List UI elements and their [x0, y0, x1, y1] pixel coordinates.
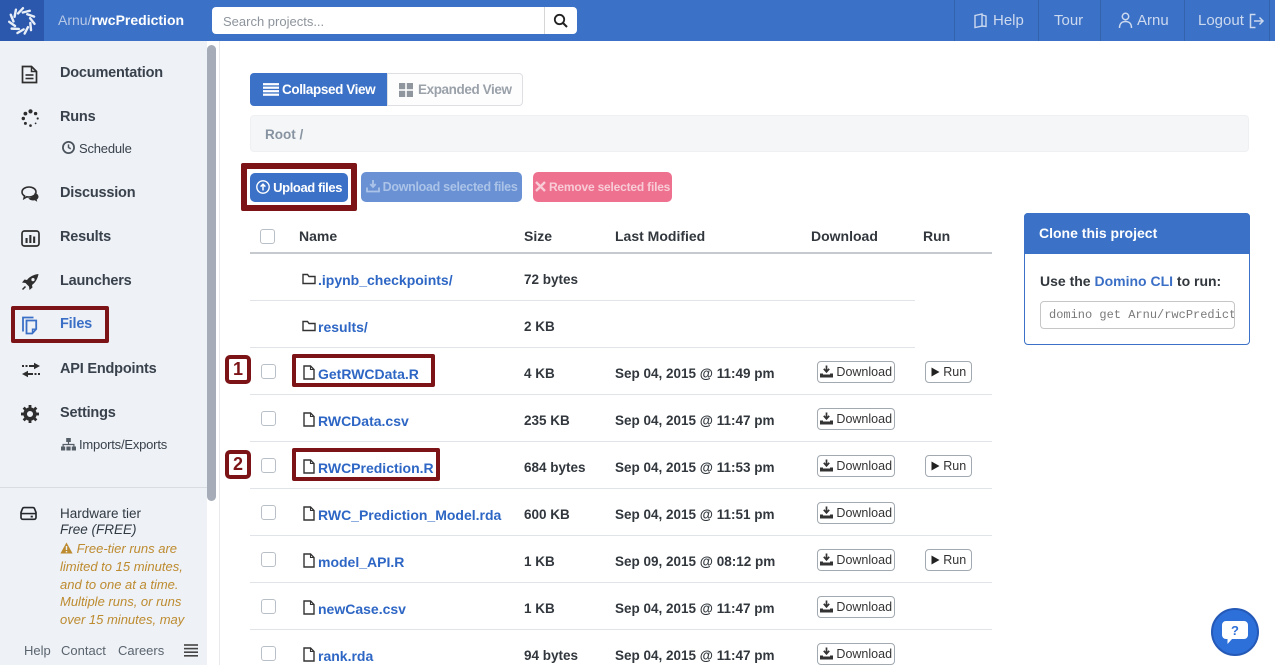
- svg-text:?: ?: [1231, 623, 1239, 638]
